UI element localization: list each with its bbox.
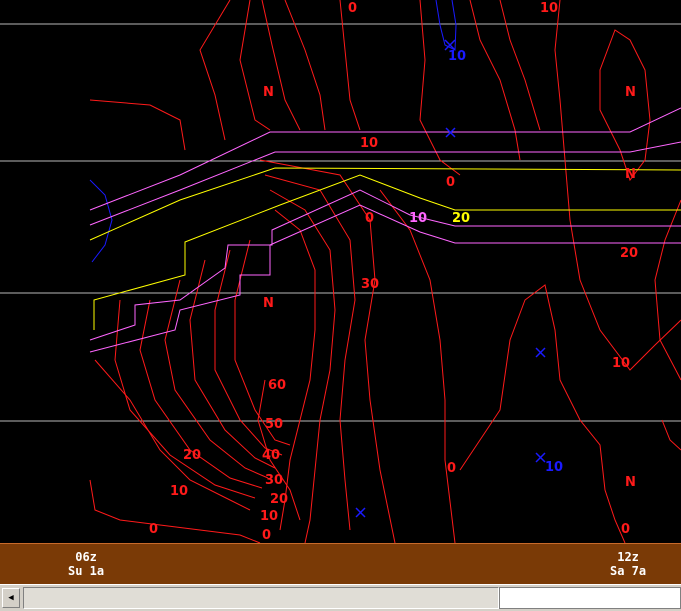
contour-label: 0 [348,1,357,16]
markers [355,39,546,518]
contour-label: 10 [612,356,630,371]
low-marker-label: N [263,85,274,100]
contour-label: 10 [260,509,278,524]
violet-contour [89,204,681,353]
red-labels: 0 10 N N 10 N 0 20 0 30 N 60 10 50 40 20… [149,1,638,543]
contour-label: 0 [365,211,374,226]
blue-labels: 10 10 [448,49,563,475]
contour-label: 60 [268,378,286,393]
scroll-left-button[interactable]: ◀ [2,588,20,608]
red-contour [554,0,681,371]
time-label-hour: 06z [75,550,97,564]
grid-lines [0,23,681,422]
red-contour [459,284,626,543]
red-contour [261,0,301,131]
red-contour [284,0,326,131]
contour-label: 10 [170,484,188,499]
contour-label: 20 [183,448,201,463]
red-contour [339,0,361,131]
red-contour [234,239,291,446]
red-contour [199,0,231,141]
contour-label: 0 [262,528,271,543]
red-contour [114,299,256,499]
yellow-contour [89,167,681,241]
contour-label: 20 [452,211,470,226]
contour-label: 0 [621,522,630,537]
violet-contours [89,107,681,353]
low-marker-label: N [625,85,636,100]
red-contour [189,259,276,469]
contour-label: 20 [270,492,288,507]
time-label-day: Sa 7a [610,564,647,578]
contour-label: 30 [265,473,283,488]
red-contour [239,0,271,131]
contour-svg: 0 10 N N 10 N 0 20 0 30 N 60 10 50 40 20… [0,0,681,543]
red-contour [661,419,681,451]
red-contour [599,29,651,182]
contour-label: 10 [540,1,558,16]
blue-contours [89,0,457,263]
contour-label: 20 [620,246,638,261]
red-contour [499,0,541,131]
yellow-contour [93,174,681,330]
scroll-track[interactable] [23,587,499,609]
left-arrow-icon: ◀ [8,593,14,603]
contour-label: 0 [149,522,158,537]
red-contour [379,189,456,543]
time-label-12z: 12z Sa 7a [610,550,646,578]
low-marker-label: N [625,475,636,490]
time-axis-bar: 06z Su 1a 12z Sa 7a [0,543,681,585]
contour-label: 0 [447,461,456,476]
contour-label: 10 [545,460,563,475]
contour-label: 30 [361,277,379,292]
yellow-contours [89,167,681,330]
contour-label: 50 [265,417,283,432]
contour-label: 10 [360,136,378,151]
scroll-thumb[interactable] [499,587,681,609]
x-icon [355,507,366,518]
red-contours [89,0,681,543]
red-contour [654,199,681,381]
violet-contour [89,189,681,341]
low-marker-label: N [625,167,636,182]
red-contour [89,99,186,151]
x-icon [535,452,546,463]
horizontal-scrollbar[interactable]: ◀ [0,584,681,611]
contour-label: 10 [409,211,427,226]
contour-label: 40 [262,448,280,463]
low-marker-label: N [263,296,274,311]
contour-label: 10 [448,49,466,64]
contour-label: 0 [446,175,455,190]
x-icon [535,347,546,358]
violet-contour [89,107,681,211]
contour-plot: 0 10 N N 10 N 0 20 0 30 N 60 10 50 40 20… [0,0,681,543]
red-contour [269,189,336,543]
time-label-day: Su 1a [68,564,105,578]
time-label-hour: 12z [617,550,639,564]
violet-contour [89,141,681,226]
time-label-06z: 06z Su 1a [68,550,104,578]
